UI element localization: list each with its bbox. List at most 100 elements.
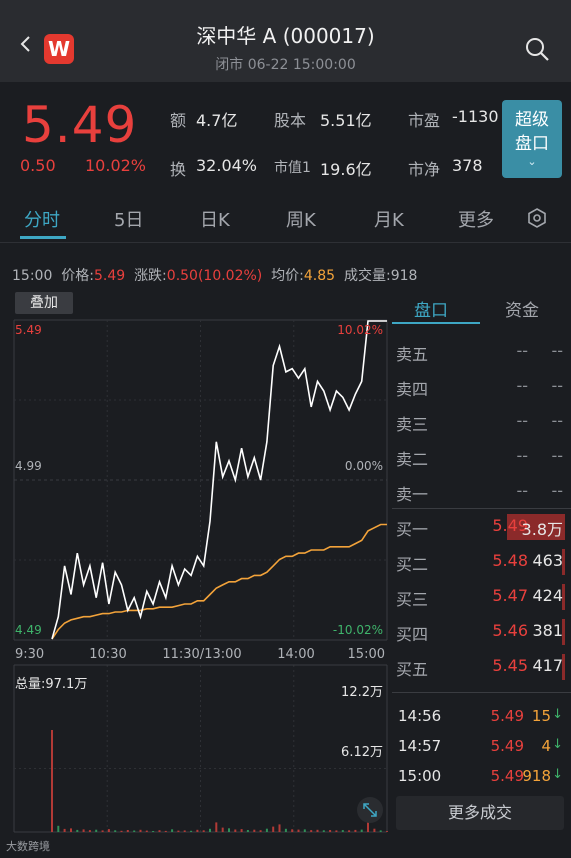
level-label: 卖四 (396, 380, 429, 399)
volume-bar (272, 826, 275, 832)
tab-monthly-k[interactable]: 月K (374, 206, 404, 232)
ask-row: 卖一 -- -- (392, 475, 571, 509)
tab-orderbook[interactable]: 盘口 (414, 296, 448, 321)
divider (392, 692, 571, 693)
volume-bar (133, 830, 136, 832)
tab-intraday[interactable]: 分时 (24, 206, 60, 232)
volume-bar (183, 830, 186, 832)
volume-bar (114, 830, 117, 832)
level-price: 5.48 (492, 551, 528, 570)
trade-time: 15:00 (398, 767, 442, 785)
level-label: 卖一 (396, 485, 429, 504)
volume-bar (303, 829, 306, 832)
trade-time: 14:57 (398, 737, 442, 755)
chart-grid (13, 319, 388, 835)
info-change-label: 涨跌: (134, 268, 167, 284)
fullscreen-icon[interactable] (357, 797, 383, 823)
stat-value: 4.7亿 (196, 111, 238, 130)
tab-weekly-k[interactable]: 周K (286, 206, 316, 232)
trade-row: 15:00 5.49 918 ↓ (392, 763, 571, 791)
volume-bar (88, 830, 91, 832)
level-price: -- (516, 376, 528, 395)
volume-bar (354, 829, 357, 832)
level-label: 买四 (396, 625, 429, 644)
ask-row: 卖五 -- -- (392, 335, 571, 369)
stat-label: 市值1 (274, 160, 311, 176)
volume-bar (101, 830, 104, 832)
info-price-label: 价格: (61, 268, 94, 284)
level-price: -- (516, 446, 528, 465)
volume-bar (360, 829, 363, 832)
settings-icon[interactable] (527, 208, 547, 228)
level-volume: 381 (532, 621, 563, 640)
volume-bar (240, 829, 243, 832)
info-price: 5.49 (93, 268, 126, 284)
stat-label: 市净 (408, 160, 441, 179)
volume-bar (82, 829, 85, 832)
down-arrow-icon: ↓ (552, 737, 563, 752)
x-label: 10:30 (89, 647, 126, 662)
trade-volume: 918 (522, 767, 551, 785)
volume-bar (297, 829, 300, 832)
crosshair-info-row: 15:00 价格:5.49 涨跌:0.50(10.02%) 均价:4.85 成交… (12, 265, 417, 285)
level-label: 买一 (396, 520, 429, 539)
watermark: 大数跨境 (6, 840, 50, 853)
chart-tabs: 分时 5日 日K 周K 月K 更多 (0, 200, 571, 240)
bid-row: 买四 5.46 381 (392, 615, 571, 649)
volume-bar (107, 829, 110, 832)
volume-bar (310, 830, 313, 832)
volume-bar (329, 830, 332, 832)
volume-bar (322, 830, 325, 832)
volume-bar (379, 830, 382, 832)
last-price: 5.49 (22, 96, 138, 154)
tab-5day[interactable]: 5日 (114, 206, 143, 232)
volume-label-mid: 6.12万 (341, 745, 383, 760)
more-trades-button[interactable]: 更多成交 (396, 796, 564, 830)
tab-capital-flow[interactable]: 资金 (505, 296, 539, 321)
volume-bar (63, 828, 66, 832)
x-label: 9:30 (15, 647, 44, 662)
volume-bar (278, 824, 281, 832)
pct-label-mid: 0.00% (345, 459, 383, 473)
volume-bar (284, 828, 287, 832)
stat-label: 股本 (274, 111, 307, 130)
level-price: 5.49 (492, 516, 528, 535)
info-time: 15:00 (12, 268, 53, 284)
y-label-bottom: 4.49 (15, 623, 42, 637)
super-button-line2: 盘口 (515, 134, 549, 154)
volume-bar (95, 829, 98, 832)
volume-bar (246, 830, 249, 832)
volume-bar (348, 830, 351, 832)
tab-more[interactable]: 更多 (458, 206, 494, 232)
price-change: 0.50 (20, 156, 56, 175)
trade-price: 5.49 (490, 737, 524, 755)
trade-volume: 15 (531, 707, 551, 725)
level-volume: -- (551, 446, 563, 465)
stat-value: -1130 (452, 107, 499, 126)
x-label: 15:00 (348, 647, 385, 662)
overlay-button[interactable]: 叠加 (15, 292, 73, 314)
volume-bar (196, 829, 199, 832)
trade-price: 5.49 (490, 767, 524, 785)
market-status: 闭市 06-22 15:00:00 (215, 57, 356, 73)
intraday-chart[interactable]: 5.49 4.99 4.49 10.02% 0.00% -10.02% 9:30… (0, 290, 392, 835)
ask-row: 卖四 -- -- (392, 370, 571, 404)
y-label-mid: 4.99 (15, 459, 42, 473)
bid-row: 买二 5.48 463 (392, 545, 571, 579)
tab-daily-k[interactable]: 日K (200, 206, 230, 232)
price-change-pct: 10.02% (85, 156, 147, 175)
search-icon[interactable] (524, 36, 550, 62)
volume-bar (253, 829, 256, 832)
stat-value: 32.04% (196, 156, 258, 175)
trade-price: 5.49 (490, 707, 524, 725)
ask-row: 卖三 -- -- (392, 405, 571, 439)
average-price-line (51, 523, 387, 640)
volume-bar (228, 828, 230, 832)
bid-row: 买五 5.45 417 (392, 650, 571, 684)
volume-bar (209, 828, 211, 832)
super-orderbook-button[interactable]: 超级 盘口 ⌄ (502, 100, 562, 178)
stat-label: 换 (170, 160, 187, 179)
bid-row: 买一 5.49 3.8万 (392, 510, 571, 544)
info-avg-label: 均价: (271, 268, 304, 284)
level-label: 卖三 (396, 415, 429, 434)
